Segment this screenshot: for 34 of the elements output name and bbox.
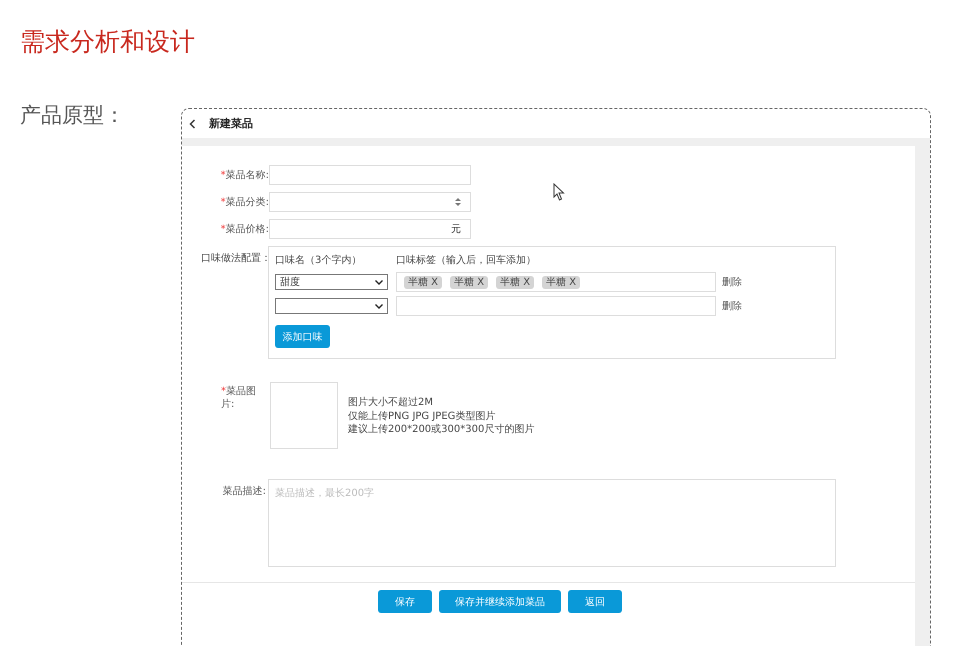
delete-link[interactable]: 删除 — [722, 275, 742, 289]
flavor-select[interactable] — [275, 298, 388, 314]
upload-hint: 仅能上传PNG JPG JPEG类型图片 — [348, 410, 496, 423]
tag-chip[interactable]: 半糖 X — [542, 276, 580, 288]
sort-arrows-icon — [455, 198, 461, 206]
description-field[interactable]: 菜品描述，最长200字 — [268, 479, 836, 567]
field-label: 口味做法配置： — [200, 252, 268, 266]
field-label: *菜品图片: — [221, 385, 257, 412]
image-upload-box[interactable] — [270, 382, 338, 449]
cursor-icon — [553, 183, 565, 201]
upload-hint: 建议上传200*200或300*300尺寸的图片 — [348, 423, 534, 436]
chevron-down-icon — [375, 304, 383, 308]
name-field[interactable] — [269, 165, 471, 185]
tag-chip[interactable]: 半糖 X — [496, 276, 534, 288]
flavor-select[interactable]: 甜度 — [275, 274, 388, 290]
field-label: *菜品名称: — [220, 168, 269, 182]
tag-chip[interactable]: 半糖 X — [404, 276, 442, 288]
delete-link[interactable]: 删除 — [722, 299, 742, 313]
field-label: *菜品价格: — [220, 222, 269, 236]
tags-field[interactable]: 半糖 X 半糖 X 半糖 X 半糖 X — [396, 272, 716, 292]
tags-field[interactable] — [396, 296, 716, 316]
tag-chip[interactable]: 半糖 X — [450, 276, 488, 288]
upload-hint: 图片大小不超过2M — [348, 396, 434, 410]
section-label: 产品原型： — [19, 102, 126, 129]
category-select[interactable] — [269, 192, 471, 212]
column-header: 口味标签（输入后，回车添加） — [396, 254, 536, 268]
chevron-down-icon — [375, 280, 383, 284]
back-icon[interactable] — [189, 118, 196, 128]
field-label: 菜品描述: — [222, 484, 267, 499]
page-title: 新建菜品 — [209, 116, 253, 131]
column-header: 口味名（3个字内） — [275, 254, 362, 268]
slide-heading: 需求分析和设计 — [19, 26, 196, 58]
price-field[interactable]: 元 — [269, 219, 471, 239]
field-label: *菜品分类: — [220, 196, 269, 209]
